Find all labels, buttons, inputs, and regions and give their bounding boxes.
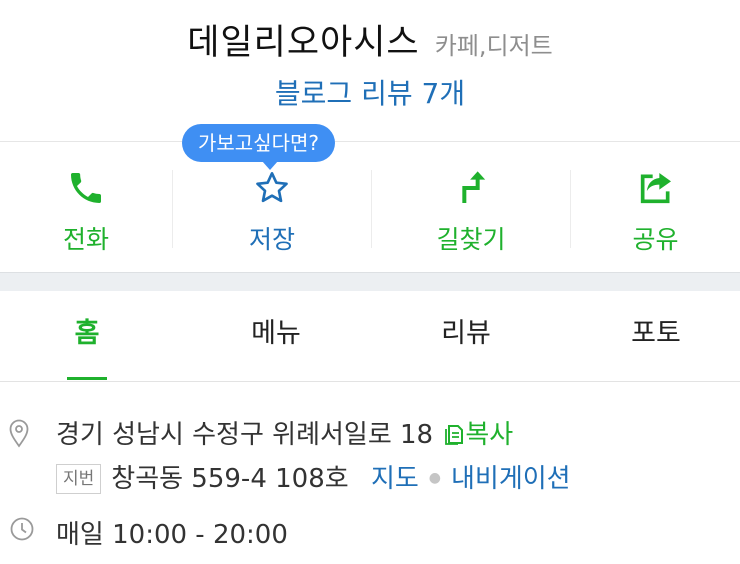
address-row: 경기 성남시 수정구 위례서일로 18 복사 [56,414,513,451]
save-label: 저장 [248,225,295,254]
active-tab-indicator [67,377,107,380]
jibun-address: 창곡동 559-4 108호 [111,464,349,494]
section-gap [0,272,740,291]
call-label: 전화 [62,225,109,254]
tab-bar: 홈 메뉴 리뷰 포토 [0,291,740,382]
separator-dot: ● [428,470,441,486]
map-link[interactable]: 지도 [371,464,419,494]
place-name: 데일리오아시스 [187,23,420,63]
jibun-row: 지번 창곡동 559-4 108호 지도 ● 내비게이션 [56,458,571,495]
share-button[interactable]: 공유 [571,142,740,272]
save-tooltip: 가보고싶다면? [182,124,336,170]
copy-address-button[interactable]: 복사 [445,420,513,450]
tab-menu[interactable]: 메뉴 [186,291,366,381]
directions-icon [462,171,486,203]
directions-label: 길찾기 [436,225,506,254]
tab-reviews[interactable]: 리뷰 [376,291,556,381]
directions-button[interactable]: 길찾기 [372,142,570,272]
location-pin-icon [9,419,29,448]
clock-icon [10,517,34,541]
place-header: 데일리오아시스 카페,디저트 블로그 리뷰 7개 [0,0,740,120]
place-category: 카페,디저트 [434,32,553,60]
phone-icon [71,173,101,203]
business-hours: 매일 10:00 - 20:00 [56,520,288,550]
tab-photos[interactable]: 포토 [566,291,740,381]
call-button[interactable]: 전화 [0,142,172,272]
copy-label: 복사 [465,420,514,450]
star-icon [256,172,288,203]
share-icon [640,173,671,204]
copy-icon [445,425,464,445]
tab-home[interactable]: 홈 [0,291,174,381]
action-bar: 전화 저장 길찾기 공유 [0,141,740,272]
navigation-link[interactable]: 내비게이션 [451,464,571,494]
title-row: 데일리오아시스 카페,디저트 [0,14,740,65]
road-address: 경기 성남시 수정구 위례서일로 18 [56,420,434,450]
share-label: 공유 [632,225,679,254]
blog-review-link[interactable]: 블로그 리뷰 7개 [0,72,740,112]
jibun-badge: 지번 [56,464,102,494]
